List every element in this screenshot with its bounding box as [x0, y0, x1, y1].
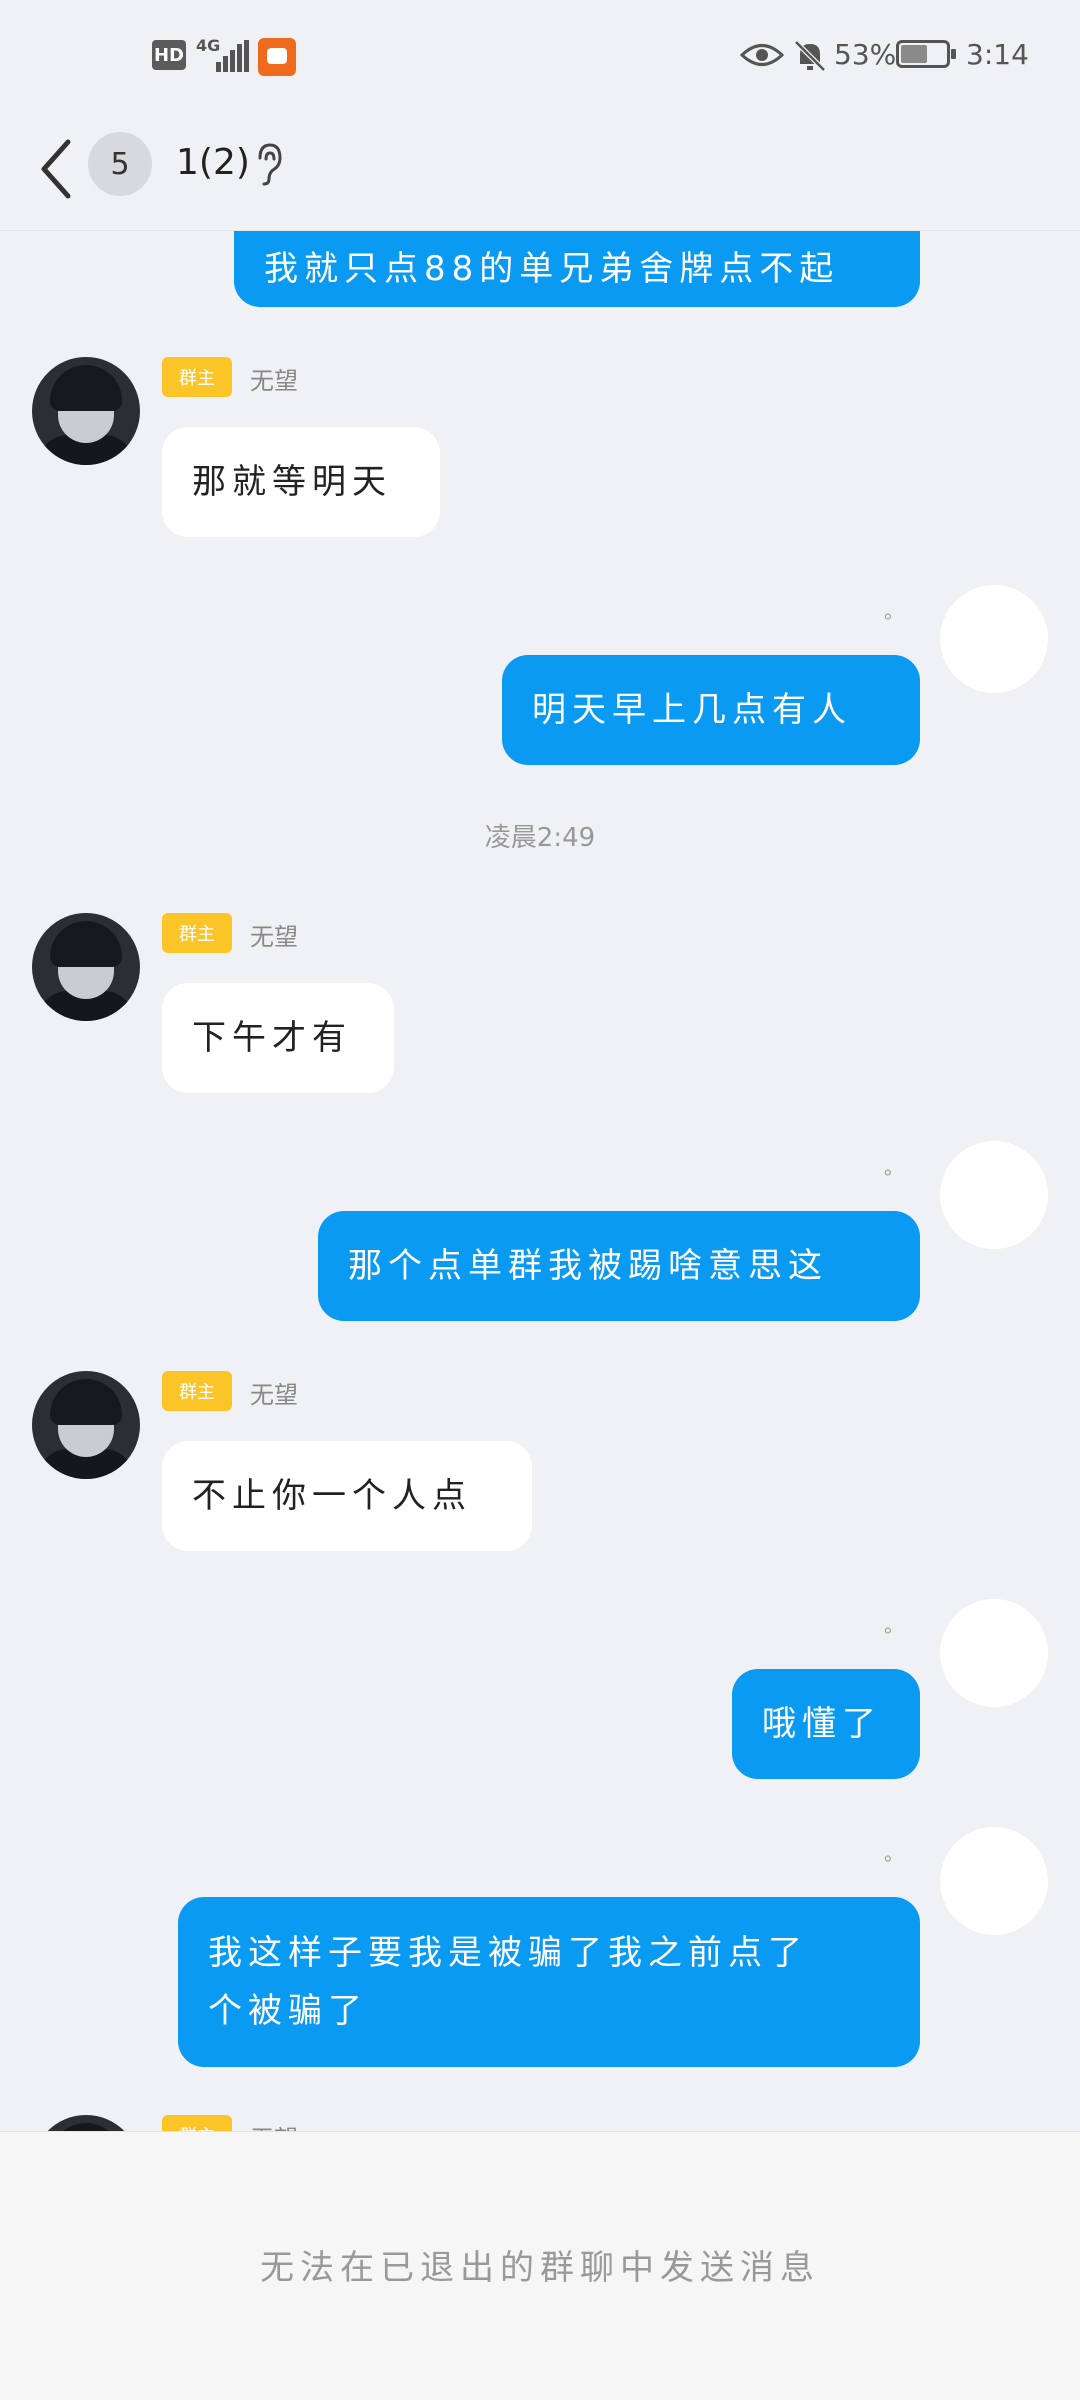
battery-icon [896, 40, 956, 68]
role-badge: 群主 [162, 357, 232, 397]
chat-title: 1(2) [176, 142, 250, 183]
message-text: 那个点单群我被踢啥意思这 [348, 1246, 828, 1286]
back-arrow-icon[interactable] [38, 134, 78, 204]
message-text: 下午才有 [192, 1018, 352, 1058]
app-notification-icon [258, 38, 296, 76]
message-text: 我就只点88的单兄弟舍牌点不起 [264, 249, 840, 289]
message-text: 那就等明天 [192, 462, 392, 502]
role-badge: 群主 [162, 2115, 232, 2131]
message-timestamp: 凌晨2:49 [484, 823, 596, 853]
message-text: 明天早上几点有人 [532, 690, 852, 730]
hd-indicator: HD [152, 40, 186, 70]
self-avatar[interactable] [940, 585, 1048, 693]
message-bubble-outgoing[interactable]: 那个点单群我被踢啥意思这 [318, 1211, 920, 1321]
read-status: 。 [884, 1841, 904, 1865]
read-status: 。 [884, 599, 904, 623]
chat-header: 5 1(2) [0, 110, 1080, 231]
ear-icon[interactable] [254, 142, 284, 186]
message-bubble-outgoing[interactable]: 我就只点88的单兄弟舍牌点不起 [234, 231, 920, 307]
message-text-line-2: 个被骗了 [208, 1991, 368, 2031]
message-bubble-outgoing[interactable]: 明天早上几点有人 [502, 655, 920, 765]
role-badge: 群主 [162, 1371, 232, 1411]
bell-muted-icon [794, 40, 826, 72]
message-bubble-incoming[interactable]: 那就等明天 [162, 427, 440, 537]
message-bubble-outgoing[interactable]: 我这样子要我是被骗了我之前点了 个被骗了 [178, 1897, 920, 2067]
message-bubble-outgoing[interactable]: 哦懂了 [732, 1669, 920, 1779]
avatar[interactable] [32, 1371, 140, 1479]
message-bubble-incoming[interactable]: 不止你一个人点 [162, 1441, 532, 1551]
message-text: 哦懂了 [762, 1704, 882, 1744]
exited-group-notice: 无法在已退出的群聊中发送消息 [260, 2248, 820, 2288]
self-avatar[interactable] [940, 1141, 1048, 1249]
self-avatar[interactable] [940, 1599, 1048, 1707]
battery-percent: 53% [834, 38, 897, 71]
message-bubble-incoming[interactable]: 下午才有 [162, 983, 394, 1093]
signal-icon [216, 40, 249, 72]
message-text-line-1: 我这样子要我是被骗了我之前点了 [208, 1933, 808, 1973]
avatar[interactable] [32, 357, 140, 465]
clock: 3:14 [966, 38, 1029, 71]
status-bar: HD 4G 53% 3:14 [0, 0, 1080, 110]
self-avatar[interactable] [940, 1827, 1048, 1935]
read-status: 。 [884, 1155, 904, 1179]
eye-icon [740, 44, 784, 66]
sender-name: 无望 [250, 2119, 298, 2131]
sender-name: 无望 [250, 1381, 298, 1409]
message-list[interactable]: 我就只点88的单兄弟舍牌点不起 群主 无望 那就等明天 。 明天早上几点有人 凌… [0, 231, 1080, 2131]
message-text: 不止你一个人点 [192, 1476, 472, 1516]
sender-name: 无望 [250, 923, 298, 951]
avatar[interactable] [32, 2115, 140, 2131]
sender-name: 无望 [250, 367, 298, 395]
unread-count-badge[interactable]: 5 [88, 132, 152, 196]
role-badge: 群主 [162, 913, 232, 953]
read-status: 。 [884, 1613, 904, 1637]
avatar[interactable] [32, 913, 140, 1021]
input-disabled-bar: 无法在已退出的群聊中发送消息 [0, 2131, 1080, 2400]
